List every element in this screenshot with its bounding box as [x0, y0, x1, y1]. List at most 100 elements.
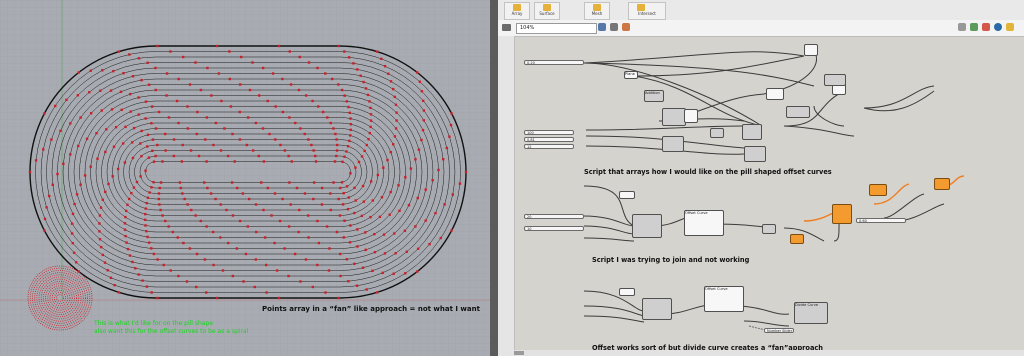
rotate-orange[interactable] — [869, 184, 887, 196]
array-point — [178, 181, 182, 184]
addition2-component[interactable] — [786, 106, 810, 118]
array-point — [329, 208, 333, 212]
circle-component[interactable] — [662, 108, 686, 126]
caption-script-2: Script I was trying to join and not work… — [592, 256, 750, 264]
pen-icon[interactable] — [622, 23, 630, 31]
array-point — [245, 143, 249, 147]
array-point — [229, 105, 233, 108]
gh-canvas[interactable]: 0.20 Plane Addition 100 0.81 12 Script t… — [514, 36, 1024, 356]
ribbon-tab-array[interactable]: Array — [504, 2, 530, 20]
array-point — [418, 80, 422, 83]
array-point — [420, 138, 423, 142]
divide-curve-component-3[interactable]: Divide Curve — [794, 302, 828, 324]
menu-icon[interactable] — [502, 24, 511, 31]
array-point — [324, 72, 327, 75]
circle-orange[interactable] — [934, 178, 950, 190]
bake-icon[interactable] — [982, 23, 990, 31]
array-point — [172, 138, 176, 141]
addition-component[interactable]: Addition — [644, 90, 664, 102]
array-point — [140, 154, 143, 158]
ribbon-tab-mesh[interactable]: Mesh — [584, 2, 610, 20]
shade-icon[interactable] — [1006, 23, 1014, 31]
array-point — [311, 285, 315, 289]
divide-curve-component[interactable] — [742, 124, 762, 140]
curve-param-3[interactable] — [619, 288, 635, 296]
slider-count[interactable]: 100 — [524, 130, 574, 135]
array-point — [185, 280, 189, 283]
series-component-3[interactable] — [642, 298, 672, 320]
array-point — [165, 94, 168, 97]
circle-param[interactable] — [684, 109, 698, 123]
array-point — [144, 212, 147, 216]
divide-curve-orange[interactable] — [832, 204, 852, 224]
array-point — [204, 138, 207, 141]
array-point — [340, 88, 344, 92]
array-point — [343, 50, 346, 53]
series-component[interactable] — [662, 136, 684, 152]
length-component-2[interactable] — [762, 224, 776, 234]
array-point — [71, 241, 74, 245]
panel-divider[interactable] — [490, 0, 498, 356]
array-point — [226, 154, 230, 158]
viewport-note-2: also want this for the offset curves to … — [94, 328, 249, 335]
array-point — [146, 133, 150, 137]
view-icon[interactable] — [598, 23, 606, 31]
array-point — [306, 214, 310, 217]
array-point — [131, 260, 134, 264]
sphere-icon[interactable] — [994, 23, 1002, 31]
sketch-icon[interactable] — [958, 23, 966, 31]
array-point — [274, 105, 277, 108]
slider-radius[interactable]: 0.20 — [524, 60, 584, 65]
point-param[interactable] — [766, 88, 784, 100]
plane-component[interactable]: Plane — [624, 71, 638, 79]
slider-factor[interactable]: 0.81 — [524, 137, 574, 142]
array-point — [283, 247, 286, 250]
scroll-thumb[interactable] — [514, 351, 524, 355]
array-point — [391, 87, 395, 91]
canvas-scrollbar[interactable] — [514, 350, 1024, 356]
series-component-2[interactable] — [632, 214, 662, 238]
array-point — [307, 61, 311, 64]
rhino-viewport[interactable]: Points array in a “fan” like approach = … — [0, 0, 490, 356]
array-point — [271, 72, 275, 75]
array-point — [310, 143, 313, 147]
ribbon-tab-surface[interactable]: Surface — [534, 2, 560, 20]
array-point — [317, 105, 320, 108]
slider-steps[interactable]: 12 — [524, 144, 574, 149]
number-slider-3[interactable]: Number Slider — [764, 328, 794, 333]
array-point — [347, 56, 351, 59]
mesh-icon — [593, 4, 601, 11]
array-point — [342, 236, 345, 239]
array-point — [403, 229, 407, 232]
length-component[interactable] — [710, 128, 724, 138]
slider-distance[interactable]: 20 — [524, 214, 584, 219]
array-point — [298, 208, 301, 212]
area-orange[interactable] — [790, 234, 804, 244]
offset-curve-component-2[interactable]: Offset Curve — [684, 210, 724, 236]
array-point — [157, 197, 161, 201]
array-point — [287, 274, 290, 278]
eye-icon[interactable] — [610, 23, 618, 31]
circle-output-1[interactable] — [804, 44, 818, 56]
array-point — [99, 89, 102, 92]
slider-angle[interactable]: 0.60 — [856, 218, 906, 223]
polar-array-component[interactable] — [824, 74, 846, 86]
array-point — [186, 105, 189, 108]
array-point — [341, 203, 345, 206]
slider-step[interactable]: 10 — [524, 226, 584, 231]
array-point — [335, 138, 338, 141]
curve-param-2[interactable] — [619, 191, 635, 199]
offset-curve-component-3[interactable]: Offset Curve — [704, 286, 744, 312]
array-point — [393, 95, 397, 99]
ribbon-tab-intersect[interactable]: Intersect — [628, 2, 666, 20]
rotate-component[interactable] — [744, 146, 766, 162]
array-point — [265, 291, 268, 294]
array-point — [343, 94, 346, 97]
array-point — [137, 96, 140, 99]
array-point — [303, 192, 307, 195]
array-point — [381, 271, 384, 275]
zoom-field[interactable]: 104% — [516, 23, 597, 34]
preview-icon[interactable] — [970, 23, 978, 31]
array-point — [151, 138, 155, 141]
array-point — [283, 149, 287, 152]
